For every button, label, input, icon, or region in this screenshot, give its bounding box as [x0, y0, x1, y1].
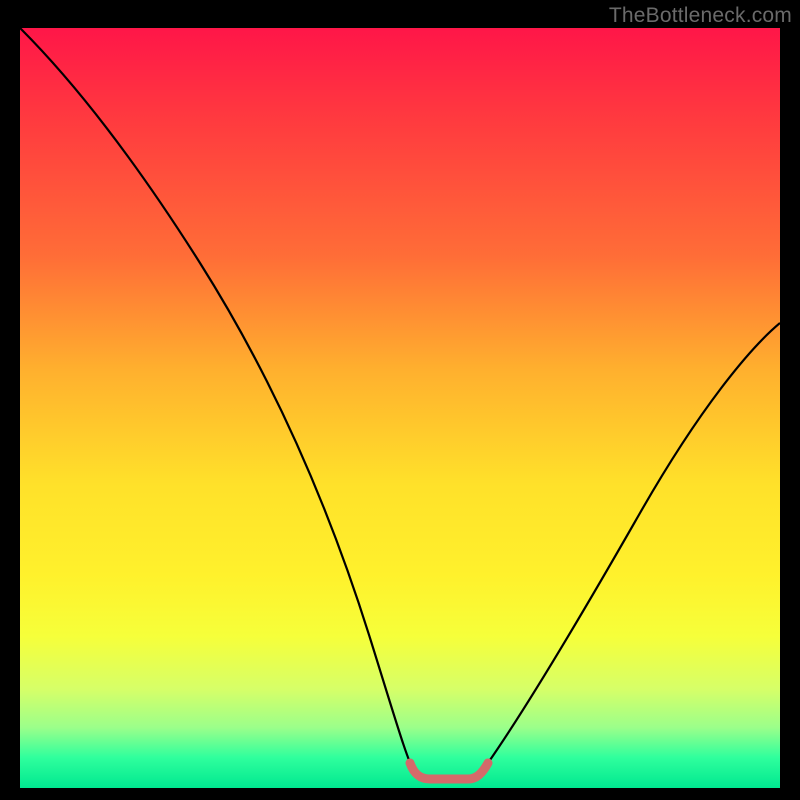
watermark-text: TheBottleneck.com	[609, 4, 792, 28]
bottleneck-curve	[20, 28, 780, 780]
chart-curve-layer	[20, 28, 780, 788]
highlight-segment	[410, 763, 488, 779]
chart-plot-area	[20, 28, 780, 788]
